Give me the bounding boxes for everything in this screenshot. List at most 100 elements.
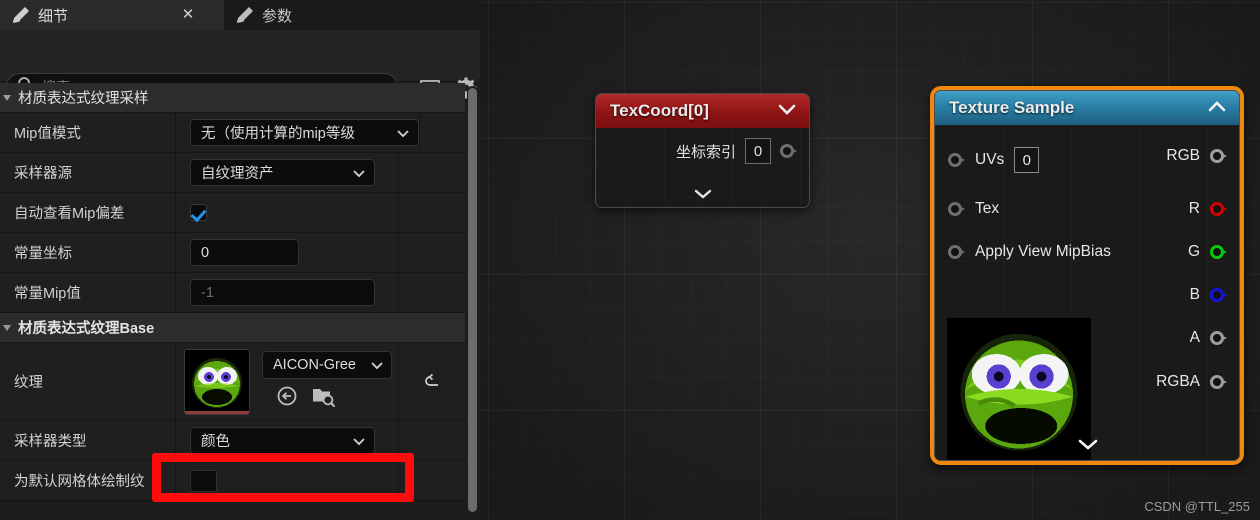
node-title: TexCoord[0] [610, 101, 709, 120]
pin-label: A [1189, 329, 1200, 346]
watermark: CSDN @TTL_255 [1144, 499, 1250, 514]
property-row-texture: 纹理 AICON-Gree [0, 343, 465, 421]
chevron-down-icon [352, 166, 366, 180]
sampler-type-dropdown[interactable]: 颜色 [190, 427, 375, 454]
property-row-mip-value-mode: Mip值模式 无（使用计算的mip等级 [0, 113, 465, 153]
property-extra [398, 421, 465, 460]
sampler-source-dropdown[interactable]: 自纹理资产 [190, 159, 375, 186]
b-output-pin[interactable] [1210, 288, 1227, 302]
property-value: 自纹理资产 [175, 153, 398, 192]
r-output-pin[interactable] [1210, 202, 1227, 216]
property-row-const-coordinate: 常量坐标 0 [0, 233, 465, 273]
reset-to-default-icon[interactable] [398, 343, 465, 420]
chevron-down-icon[interactable] [693, 187, 713, 199]
property-label: 常量坐标 [14, 246, 72, 262]
category-header-texture-base[interactable]: 材质表达式纹理Base [0, 313, 465, 343]
uvs-value-input[interactable]: 0 [1014, 147, 1040, 173]
node-texcoord[interactable]: TexCoord[0] 坐标索引 0 [595, 93, 810, 208]
thumbnail-status-bar [185, 410, 249, 414]
pin-label: UVs [975, 151, 1005, 168]
property-label: 采样器源 [14, 166, 72, 182]
chevron-down-icon[interactable] [1077, 438, 1098, 450]
pencil-icon [12, 6, 30, 24]
property-row-sampler-type: 采样器类型 颜色 [0, 421, 465, 461]
tex-input-pin[interactable] [948, 202, 965, 216]
a-output-pin[interactable] [1210, 331, 1227, 345]
vertical-scrollbar[interactable] [467, 86, 478, 516]
rgba-output-pin[interactable] [1210, 375, 1227, 389]
chevron-down-icon[interactable] [777, 101, 797, 121]
output-pin-g[interactable]: G [1188, 243, 1227, 261]
pin-label: G [1187, 243, 1200, 260]
output-pin-r[interactable]: R [1189, 200, 1227, 218]
node-body: 坐标索引 0 [596, 128, 809, 207]
pin-label: B [1189, 286, 1200, 303]
chevron-down-icon [396, 126, 410, 140]
tab-details-label: 细节 [38, 7, 69, 25]
asset-controls: AICON-Gree [262, 351, 392, 412]
const-coordinate-input[interactable]: 0 [190, 239, 299, 266]
material-graph-canvas[interactable]: TexCoord[0] 坐标索引 0 Texture Sample UVs 0 … [480, 0, 1260, 520]
chevron-down-icon [352, 434, 366, 448]
search-row: 搜索 [0, 30, 480, 101]
pin-label: RGB [1166, 147, 1200, 164]
scrollbar-thumb[interactable] [468, 88, 477, 512]
property-value: 无（使用计算的mip等级 [175, 113, 419, 152]
property-row-auto-view-mip-bias: 自动查看Mip偏差 [0, 193, 465, 233]
category-header-texture-sample[interactable]: 材质表达式纹理采样 [0, 83, 465, 113]
property-label: 自动查看Mip偏差 [14, 206, 125, 222]
uv-output-pin[interactable] [780, 144, 797, 158]
property-value: AICON-Gree [175, 343, 398, 420]
property-extra [398, 273, 465, 312]
g-output-pin[interactable] [1210, 245, 1227, 259]
pin-label: RGBA [1156, 373, 1200, 390]
output-pin-rgb[interactable]: RGB [1166, 147, 1227, 165]
browse-to-asset-icon[interactable] [276, 385, 298, 412]
chevron-up-icon[interactable] [1207, 98, 1227, 118]
tab-details[interactable]: 细节 ✕ [0, 0, 224, 30]
node-header[interactable]: TexCoord[0] [596, 94, 809, 128]
pin-label: Apply View MipBias [975, 243, 1111, 260]
property-value: 颜色 [175, 421, 398, 460]
property-label: Mip值模式 [14, 126, 81, 142]
color-swatch[interactable] [190, 469, 217, 492]
output-pin-a[interactable]: A [1190, 329, 1227, 347]
dropdown-value: 自纹理资产 [201, 166, 274, 182]
dropdown-value: 颜色 [201, 434, 230, 450]
apply-view-mipbias-input-pin[interactable] [948, 245, 965, 259]
property-extra [419, 113, 465, 152]
tab-parameters[interactable]: 参数 [224, 0, 364, 30]
node-texture-sample[interactable]: Texture Sample UVs 0 Tex Apply View MipB… [930, 86, 1244, 465]
texture-asset-dropdown[interactable]: AICON-Gree [262, 351, 392, 379]
texture-preview-thumbnail [947, 318, 1091, 460]
node-body: UVs 0 Tex Apply View MipBias RGB R G B A… [935, 125, 1239, 460]
find-in-content-browser-icon[interactable] [312, 385, 336, 412]
input-pin-tex[interactable]: Tex [948, 200, 999, 218]
property-label: 采样器类型 [14, 434, 87, 450]
input-pin-uvs[interactable]: UVs 0 [948, 147, 1040, 173]
output-pin-rgba[interactable]: RGBA [1156, 373, 1227, 391]
dropdown-value: 无（使用计算的mip等级 [201, 126, 355, 142]
property-label: 纹理 [14, 375, 43, 391]
input-value: 0 [201, 244, 210, 261]
output-pin-b[interactable]: B [1190, 286, 1227, 304]
auto-view-mip-bias-checkbox[interactable] [190, 204, 207, 221]
node-header[interactable]: Texture Sample [935, 91, 1239, 125]
const-mip-value-input[interactable]: -1 [190, 279, 375, 306]
rgb-output-pin[interactable] [1210, 149, 1227, 163]
property-label: 常量Mip值 [14, 286, 81, 302]
mip-value-mode-dropdown[interactable]: 无（使用计算的mip等级 [190, 119, 419, 146]
property-value [175, 461, 398, 500]
panel-tab-bar: 细节 ✕ 参数 [0, 0, 480, 30]
input-pin-apply-view-mipbias[interactable]: Apply View MipBias [948, 243, 1111, 261]
property-row-sampler-source: 采样器源 自纹理资产 [0, 153, 465, 193]
close-icon[interactable]: ✕ [180, 7, 196, 23]
pin-label: Tex [975, 200, 1000, 217]
coordinate-index-input[interactable]: 0 [745, 138, 771, 164]
tab-parameters-label: 参数 [262, 7, 293, 25]
property-value: 0 [175, 233, 398, 272]
texture-thumbnail[interactable] [184, 348, 250, 415]
uvs-input-pin[interactable] [948, 153, 965, 167]
property-row-draw-for-default-mesh: 为默认网格体绘制纹 [0, 461, 465, 501]
property-value [175, 193, 398, 232]
